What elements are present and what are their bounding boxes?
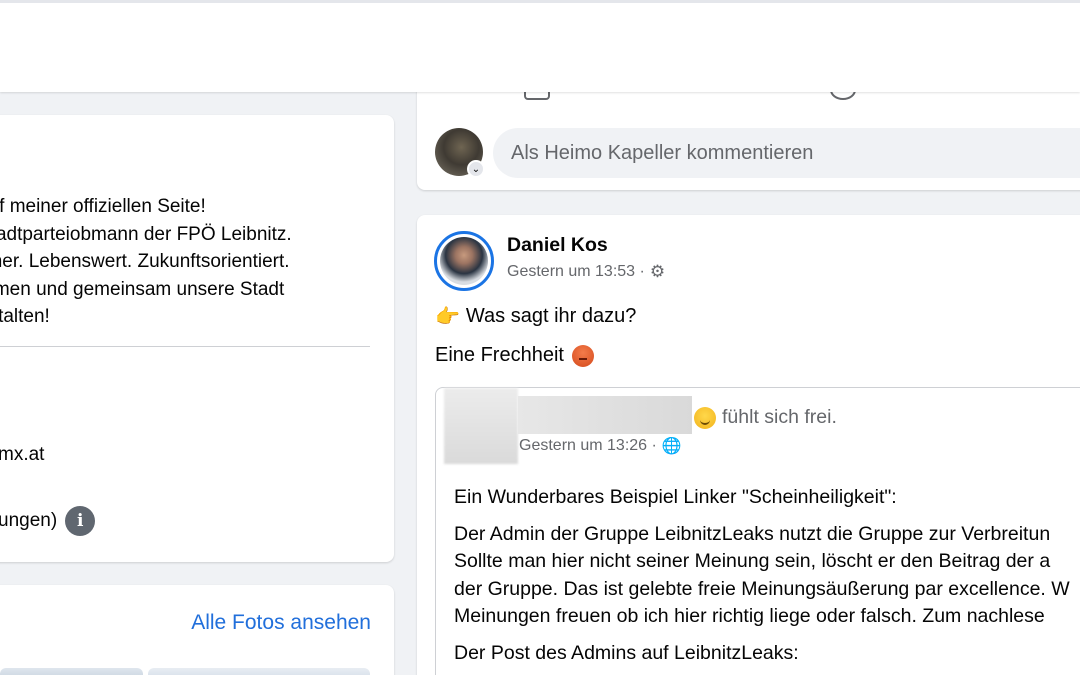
post-timestamp[interactable]: Gestern um 13:53 · — [507, 263, 645, 281]
all-photos-link[interactable]: Alle Fotos ansehen — [191, 611, 371, 635]
post-text-line: 👉 Was sagt ihr dazu? — [435, 304, 636, 329]
post-text: Was sagt ihr dazu? — [465, 305, 637, 327]
bio-line: auf meiner offiziellen Seite! — [0, 196, 206, 217]
paragraph: Der Post des Admins auf LeibnitzLeaks: — [454, 640, 1080, 668]
pointing-hand-icon: 👉 — [435, 306, 460, 328]
shared-post-meta: Gestern um 13:26 · 🌐 — [519, 436, 682, 456]
redacted-name — [518, 396, 692, 434]
avatar — [444, 388, 518, 464]
intro-divider — [0, 346, 370, 347]
text-line: Ein Wunderbares Beispiel Linker "Scheinh… — [454, 486, 897, 508]
bio-line: mmen und gemeinsam unsere Stadt — [0, 278, 285, 300]
text-line: Meinungen freuen ob ich hier richtig lie… — [454, 605, 1045, 627]
info-icon[interactable]: i — [65, 506, 96, 536]
photos-card: Alle Fotos ansehen — [0, 585, 394, 675]
bio-line: icher. Lebenswert. Zukunftsorientiert. — [0, 251, 290, 272]
avatar[interactable] — [434, 231, 494, 291]
post-text: Eine Frechheit — [435, 344, 564, 366]
photo-thumbnail[interactable] — [148, 668, 370, 675]
top-navigation-bar — [0, 0, 1080, 92]
shared-post-text: Ein Wunderbares Beispiel Linker "Scheinh… — [454, 484, 1080, 675]
text-line: Sollte man hier nicht seiner Meinung sei… — [454, 550, 1051, 572]
angry-face-icon — [571, 344, 594, 367]
paragraph: Ein Wunderbares Beispiel Linker "Scheinh… — [454, 484, 1080, 512]
text-line: Der Post des Admins auf LeibnitzLeaks: — [454, 641, 799, 664]
bio-line: estalten! — [0, 306, 50, 327]
post-meta: Gestern um 13:53 · ⚙ — [507, 262, 665, 282]
text-line: der Gruppe. Das ist gelebte freie Meinun… — [454, 577, 1070, 600]
rating-text: ungen) — [0, 510, 58, 531]
bio-line: Stadtparteiobmann der FPÖ Leibnitz. — [0, 223, 292, 245]
shared-post-timestamp[interactable]: Gestern um 13:26 · — [519, 437, 657, 455]
feeling-status: fühlt sich frei. — [694, 406, 837, 429]
avatar-photo — [440, 237, 488, 285]
text-line: Der Admin der Gruppe LeibnitzLeaks nutzt… — [454, 522, 1051, 545]
intro-bio: auf meiner offiziellen Seite! Stadtparte… — [0, 193, 376, 331]
post-author-name[interactable]: Daniel Kos — [507, 234, 608, 257]
photo-thumbnail[interactable] — [0, 668, 143, 675]
feeling-text: fühlt sich frei. — [722, 406, 837, 428]
globe-icon: 🌐 — [661, 438, 682, 455]
gear-icon: ⚙ — [649, 262, 666, 281]
post-card: Daniel Kos Gestern um 13:53 · ⚙ 👉 Was sa… — [417, 215, 1080, 675]
intro-rating: ungen) i — [0, 506, 96, 536]
smile-icon — [694, 406, 716, 429]
paragraph: Der Admin der Gruppe LeibnitzLeaks nutzt… — [454, 521, 1080, 631]
intro-email[interactable]: mx.at — [0, 444, 44, 466]
post-text-line: Eine Frechheit — [435, 344, 594, 367]
shared-post[interactable]: fühlt sich frei. Gestern um 13:26 · 🌐 Ei… — [435, 387, 1080, 675]
intro-card: auf meiner offiziellen Seite! Stadtparte… — [0, 115, 394, 562]
comment-input[interactable] — [493, 128, 1080, 178]
chevron-down-icon[interactable]: ⌄ — [467, 160, 485, 178]
